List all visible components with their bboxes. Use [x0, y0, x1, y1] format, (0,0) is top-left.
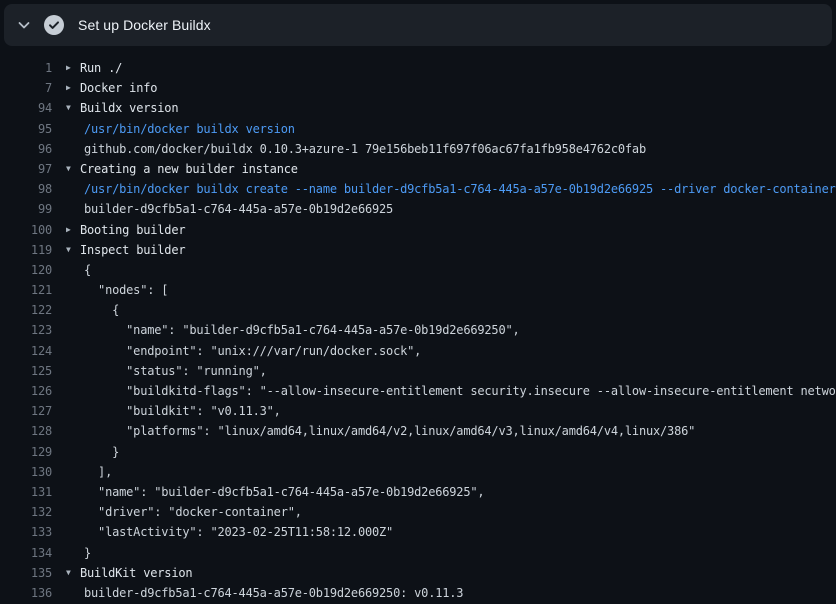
log-line: 123 "name": "builder-d9cfb5a1-c764-445a-…	[0, 320, 836, 340]
chevron-down-icon[interactable]	[16, 17, 32, 33]
log-group-line[interactable]: 7 ▶Docker info	[0, 78, 836, 98]
line-number[interactable]: 119	[0, 240, 52, 260]
log-text: "name": "builder-d9cfb5a1-c764-445a-a57e…	[84, 482, 484, 502]
line-number[interactable]: 121	[0, 280, 52, 300]
group-title: Creating a new builder instance	[80, 159, 298, 179]
log-text: "buildkit": "v0.11.3",	[84, 401, 281, 421]
line-number[interactable]: 129	[0, 442, 52, 462]
log-line: 126 "buildkitd-flags": "--allow-insecure…	[0, 381, 836, 401]
group-title: Inspect builder	[80, 240, 185, 260]
log-line: 124 "endpoint": "unix:///var/run/docker.…	[0, 341, 836, 361]
line-number[interactable]: 1	[0, 58, 52, 78]
triangle-down-icon[interactable]: ▼	[66, 159, 80, 179]
line-number[interactable]: 122	[0, 300, 52, 320]
triangle-down-icon[interactable]: ▼	[66, 98, 80, 118]
log-text: {	[84, 260, 91, 280]
line-number[interactable]: 134	[0, 543, 52, 563]
log-line: 134}	[0, 543, 836, 563]
log-line: 131 "name": "builder-d9cfb5a1-c764-445a-…	[0, 482, 836, 502]
log-text: /usr/bin/docker buildx create --name bui…	[84, 179, 836, 199]
triangle-right-icon[interactable]: ▶	[66, 78, 80, 98]
log-text: /usr/bin/docker buildx version	[84, 119, 295, 139]
line-number[interactable]: 135	[0, 563, 52, 583]
log-text: builder-d9cfb5a1-c764-445a-a57e-0b19d2e6…	[84, 199, 393, 219]
log-line: 130 ],	[0, 462, 836, 482]
check-circle-icon	[44, 15, 64, 35]
log-line: 125 "status": "running",	[0, 361, 836, 381]
line-number[interactable]: 125	[0, 361, 52, 381]
group-title: Docker info	[80, 78, 157, 98]
log-line: 127 "buildkit": "v0.11.3",	[0, 401, 836, 421]
triangle-right-icon[interactable]: ▶	[66, 58, 80, 78]
line-number[interactable]: 100	[0, 220, 52, 240]
log-text: "name": "builder-d9cfb5a1-c764-445a-a57e…	[84, 320, 520, 340]
log-text: "status": "running",	[84, 361, 267, 381]
log-line: 128 "platforms": "linux/amd64,linux/amd6…	[0, 421, 836, 441]
log-text: github.com/docker/buildx 0.10.3+azure-1 …	[84, 139, 646, 159]
log-group-line[interactable]: 135 ▼BuildKit version	[0, 563, 836, 583]
group-title: Buildx version	[80, 98, 178, 118]
log-line: 121 "nodes": [	[0, 280, 836, 300]
log-line: 122 {	[0, 300, 836, 320]
log-text: "platforms": "linux/amd64,linux/amd64/v2…	[84, 421, 695, 441]
step-header[interactable]: Set up Docker Buildx	[4, 4, 832, 46]
step-title: Set up Docker Buildx	[78, 17, 211, 33]
log-group-line[interactable]: 97 ▼Creating a new builder instance	[0, 159, 836, 179]
line-number[interactable]: 127	[0, 401, 52, 421]
log-group-line[interactable]: 1 ▶Run ./	[0, 58, 836, 78]
log-line: 132 "driver": "docker-container",	[0, 502, 836, 522]
log-text: builder-d9cfb5a1-c764-445a-a57e-0b19d2e6…	[84, 583, 463, 603]
log-text: "lastActivity": "2023-02-25T11:58:12.000…	[84, 522, 393, 542]
log-lines: 1▶Run ./7▶Docker info94▼Buildx version95…	[0, 46, 836, 603]
log-line: 129 }	[0, 442, 836, 462]
line-number[interactable]: 7	[0, 78, 52, 98]
log-line: 120 {	[0, 260, 836, 280]
log-line: 133 "lastActivity": "2023-02-25T11:58:12…	[0, 522, 836, 542]
log-text: "driver": "docker-container",	[84, 502, 302, 522]
line-number[interactable]: 131	[0, 482, 52, 502]
log-text: {	[84, 300, 119, 320]
log-text: "nodes": [	[84, 280, 168, 300]
line-number[interactable]: 133	[0, 522, 52, 542]
line-number[interactable]: 97	[0, 159, 52, 179]
log-text: ],	[84, 462, 112, 482]
log-line: 99 builder-d9cfb5a1-c764-445a-a57e-0b19d2…	[0, 199, 836, 219]
triangle-right-icon[interactable]: ▶	[66, 220, 80, 240]
line-number[interactable]: 130	[0, 462, 52, 482]
line-number[interactable]: 120	[0, 260, 52, 280]
group-title: Run ./	[80, 58, 122, 78]
line-number[interactable]: 99	[0, 199, 52, 219]
line-number[interactable]: 94	[0, 98, 52, 118]
log-group-line[interactable]: 94 ▼Buildx version	[0, 98, 836, 118]
log-line: 95/usr/bin/docker buildx version	[0, 119, 836, 139]
log-line: 136 builder-d9cfb5a1-c764-445a-a57e-0b19d…	[0, 583, 836, 603]
log-text: }	[84, 442, 119, 462]
log-group-line[interactable]: 100 ▶Booting builder	[0, 220, 836, 240]
line-number[interactable]: 136	[0, 583, 52, 603]
line-number[interactable]: 98	[0, 179, 52, 199]
line-number[interactable]: 95	[0, 119, 52, 139]
triangle-down-icon[interactable]: ▼	[66, 563, 80, 583]
line-number[interactable]: 132	[0, 502, 52, 522]
log-line: 98/usr/bin/docker buildx create --name b…	[0, 179, 836, 199]
triangle-down-icon[interactable]: ▼	[66, 240, 80, 260]
log-line: 96 github.com/docker/buildx 0.10.3+azure-…	[0, 139, 836, 159]
line-number[interactable]: 128	[0, 421, 52, 441]
line-number[interactable]: 96	[0, 139, 52, 159]
group-title: BuildKit version	[80, 563, 192, 583]
log-text: "buildkitd-flags": "--allow-insecure-ent…	[84, 381, 836, 401]
line-number[interactable]: 126	[0, 381, 52, 401]
group-title: Booting builder	[80, 220, 185, 240]
log-group-line[interactable]: 119 ▼Inspect builder	[0, 240, 836, 260]
line-number[interactable]: 124	[0, 341, 52, 361]
line-number[interactable]: 123	[0, 320, 52, 340]
log-text: }	[84, 543, 91, 563]
log-text: "endpoint": "unix:///var/run/docker.sock…	[84, 341, 421, 361]
